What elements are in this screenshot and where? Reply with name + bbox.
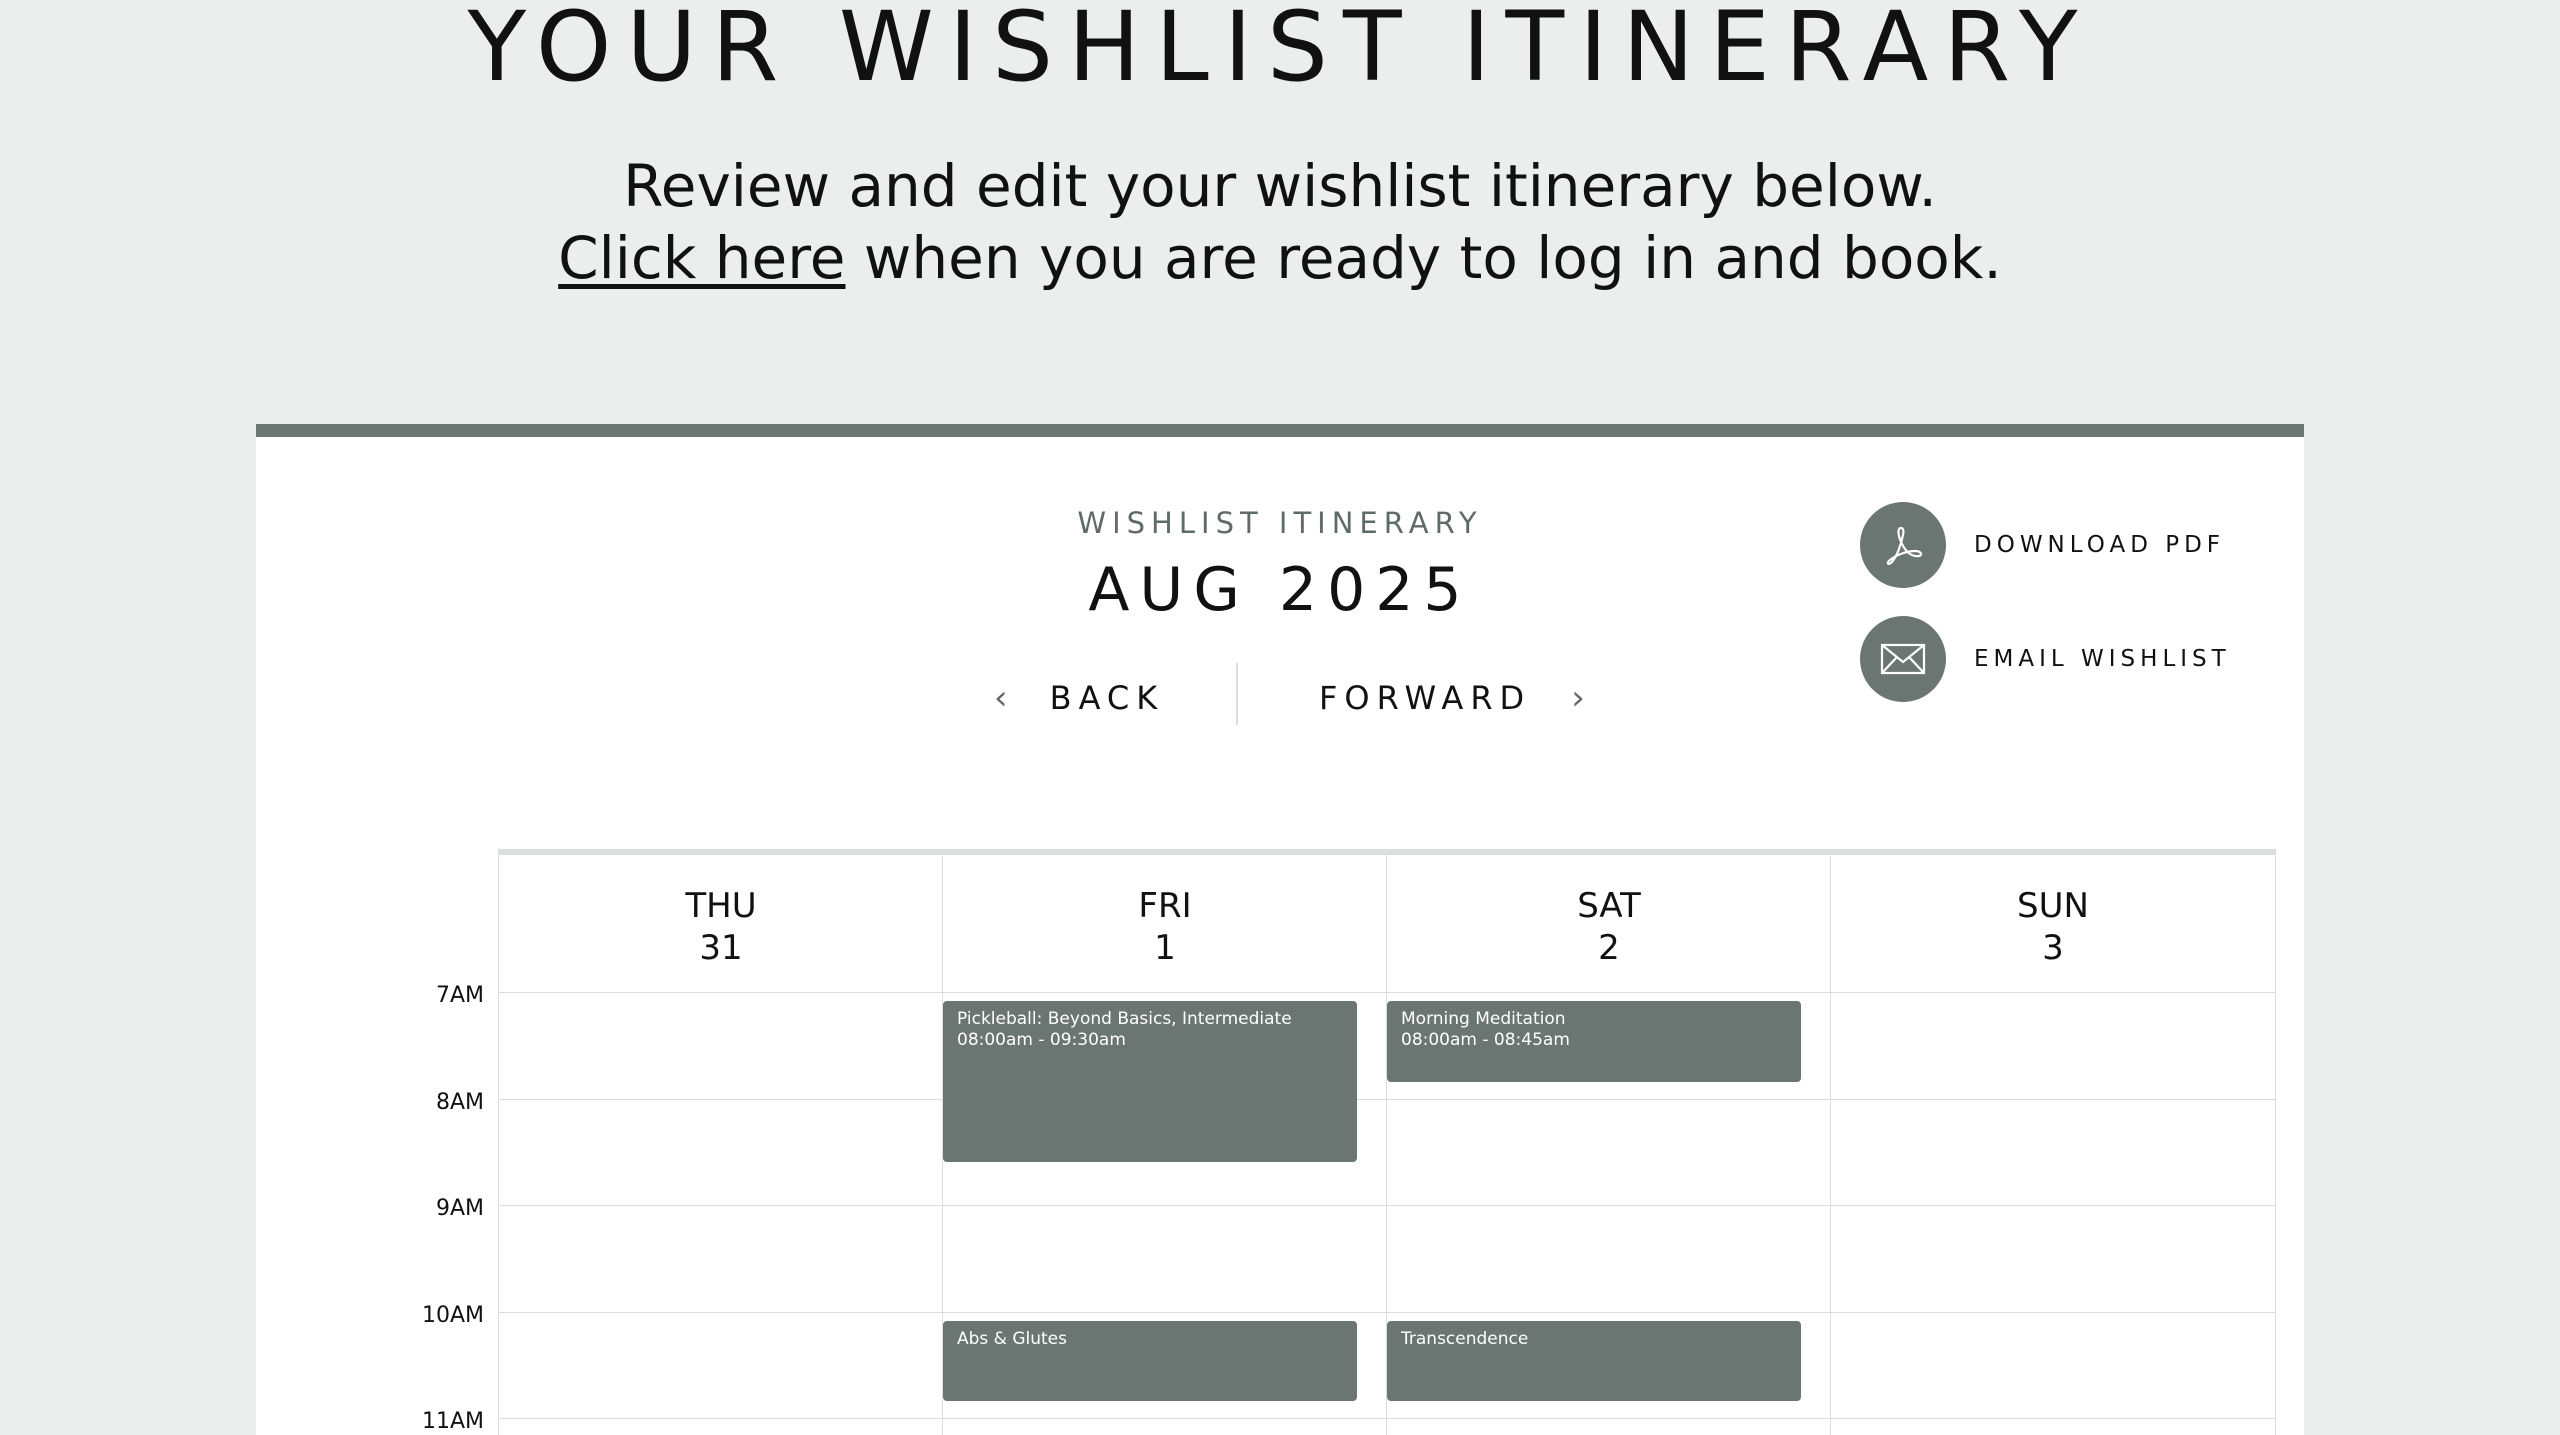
email-wishlist-label: EMAIL WISHLIST	[1974, 646, 2231, 672]
event-abs-glutes[interactable]: Abs & Glutes	[943, 1321, 1357, 1401]
itinerary-card: WISHLIST ITINERARY AUG 2025 ‹ BACK FORWA…	[256, 424, 2304, 1435]
event-title: Pickleball: Beyond Basics, Intermediate	[957, 1009, 1292, 1029]
hour-line	[499, 1418, 2275, 1419]
day-date: 2	[1598, 928, 1620, 968]
nav-divider	[1236, 663, 1238, 725]
event-title: Abs & Glutes	[957, 1329, 1067, 1349]
day-header-sat: SAT 2	[1387, 885, 1831, 969]
day-date: 1	[1154, 928, 1176, 968]
time-label: 8AM	[435, 1090, 484, 1115]
hour-line	[499, 1099, 2275, 1100]
event-title: Morning Meditation	[1401, 1009, 1566, 1029]
event-title: Transcendence	[1401, 1329, 1529, 1349]
forward-button[interactable]: FORWARD ›	[1319, 667, 1585, 729]
intro-text: Review and edit your wishlist itinerary …	[0, 150, 2560, 294]
day-name: SAT	[1577, 886, 1641, 926]
chevron-left-icon: ‹	[994, 678, 1008, 718]
event-time: 08:00am - 08:45am	[1401, 1030, 1570, 1050]
intro-line-2-text: when you are ready to log in and book.	[845, 224, 2002, 292]
event-pickleball[interactable]: Pickleball: Beyond Basics, Intermediate …	[943, 1001, 1357, 1162]
download-pdf-label: DOWNLOAD PDF	[1974, 532, 2226, 558]
day-name: SUN	[2017, 886, 2089, 926]
day-date: 31	[699, 928, 743, 968]
chevron-right-icon: ›	[1571, 678, 1585, 718]
time-label: 9AM	[435, 1196, 484, 1221]
back-button[interactable]: ‹ BACK	[994, 667, 1164, 729]
calendar-grid: THU 31 FRI 1 SAT 2 SUN 3 Pickleball: Bey…	[498, 849, 2276, 1435]
envelope-icon	[1860, 616, 1946, 702]
day-header-sun: SUN 3	[1831, 885, 2275, 969]
hour-line	[499, 1312, 2275, 1313]
time-label: 7AM	[435, 983, 484, 1008]
intro-line-1: Review and edit your wishlist itinerary …	[623, 152, 1937, 220]
event-transcendence[interactable]: Transcendence	[1387, 1321, 1801, 1401]
click-here-link[interactable]: Click here	[558, 224, 845, 292]
hour-line	[499, 992, 2275, 993]
day-header-fri: FRI 1	[943, 885, 1387, 969]
hour-line	[499, 1205, 2275, 1206]
time-label: 11AM	[421, 1409, 484, 1434]
day-name: FRI	[1138, 886, 1192, 926]
forward-label: FORWARD	[1319, 679, 1532, 717]
event-morning-meditation[interactable]: Morning Meditation 08:00am - 08:45am	[1387, 1001, 1801, 1082]
day-date: 3	[2042, 928, 2064, 968]
email-wishlist-button[interactable]: EMAIL WISHLIST	[1860, 616, 2231, 702]
download-pdf-button[interactable]: DOWNLOAD PDF	[1860, 502, 2225, 588]
back-label: BACK	[1049, 679, 1165, 717]
day-header-thu: THU 31	[499, 885, 943, 969]
day-name: THU	[685, 886, 757, 926]
pdf-icon	[1860, 502, 1946, 588]
event-time: 08:00am - 09:30am	[957, 1030, 1126, 1050]
intro-line-2: Click here when you are ready to log in …	[0, 222, 2560, 294]
time-label: 10AM	[421, 1303, 484, 1328]
page-title: YOUR WISHLIST ITINERARY	[467, 0, 2093, 103]
